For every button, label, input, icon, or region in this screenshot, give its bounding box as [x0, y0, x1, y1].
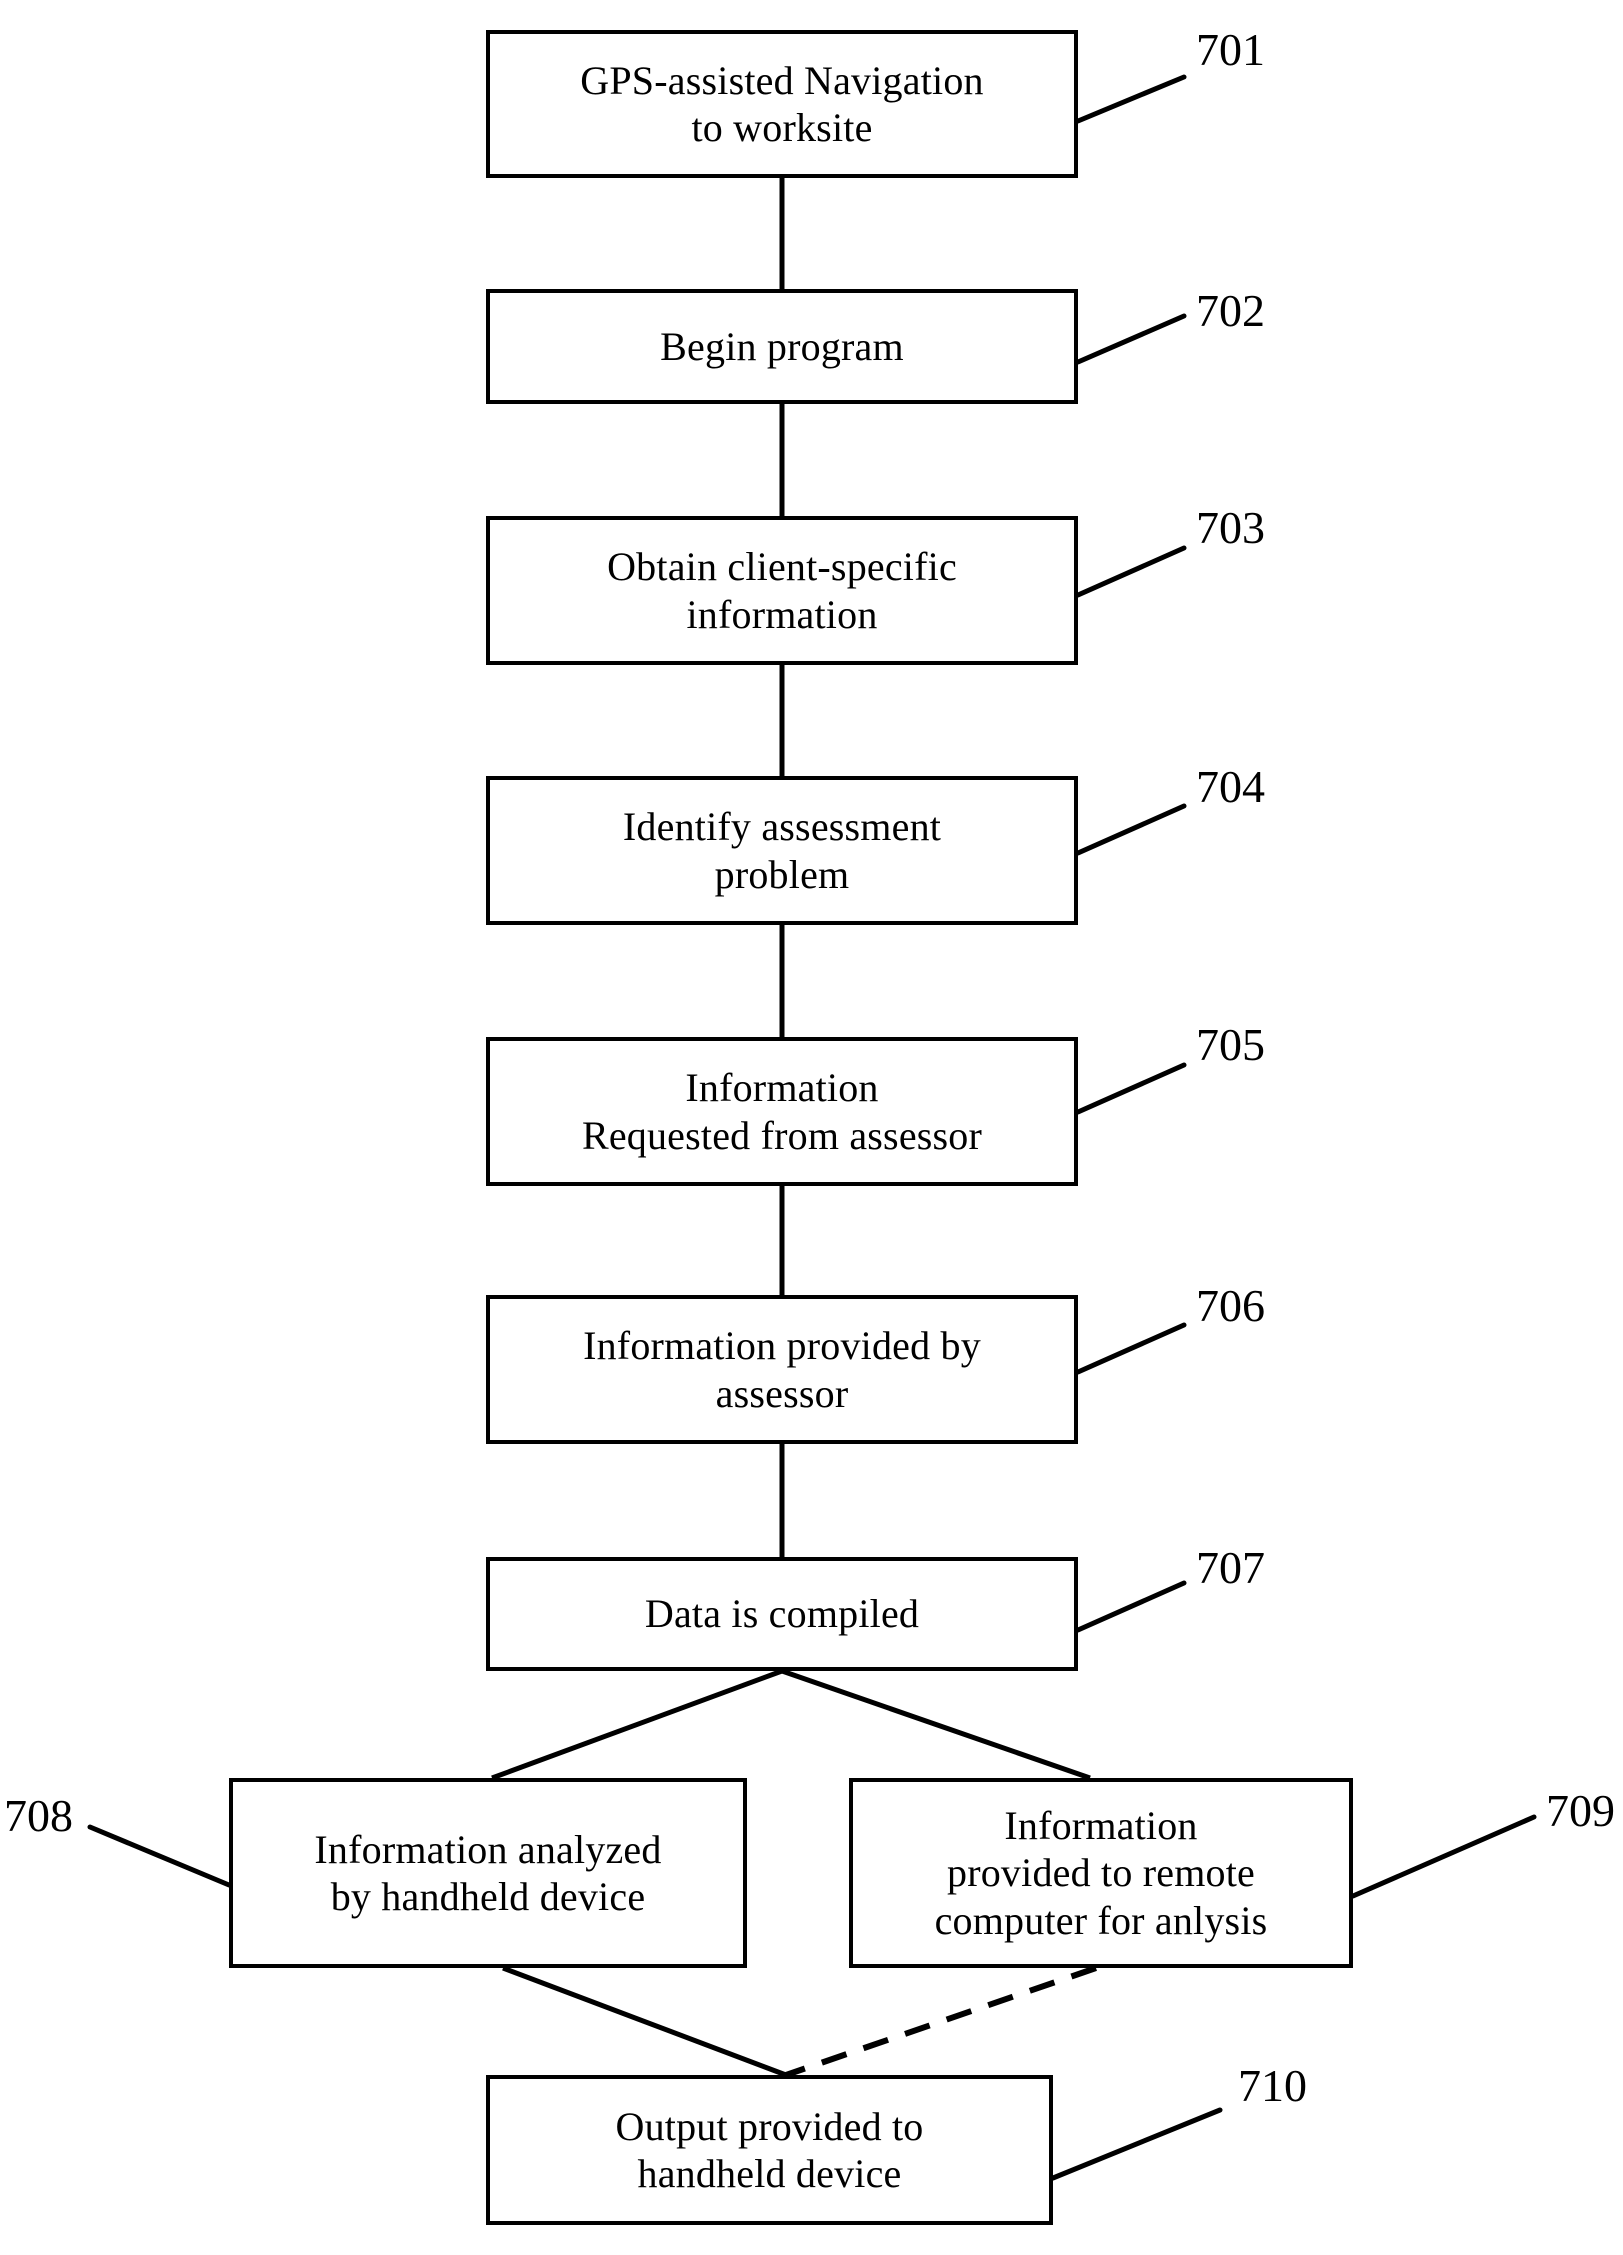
reference-numeral-704: 704: [1196, 761, 1265, 812]
process-box-706: Information provided by assessor: [486, 1295, 1078, 1444]
process-box-707: Data is compiled: [486, 1557, 1078, 1671]
process-box-text-line: by handheld device: [330, 1874, 646, 1919]
process-box-text-line: Identify assessment: [622, 804, 942, 850]
leader-line-707: [1075, 1580, 1187, 1633]
connector-708-to-710: [502, 1965, 787, 2078]
leader-line-705: [1075, 1062, 1187, 1115]
process-box-text-line: Information provided by: [583, 1323, 981, 1369]
leader-line-701: [1075, 74, 1187, 124]
process-box-text-line: Begin program: [660, 323, 904, 369]
leader-line-708: [87, 1824, 232, 1888]
reference-numeral-710: 710: [1238, 2060, 1307, 2111]
reference-numeral-703: 703: [1196, 502, 1265, 553]
process-box-text-line: Data is compiled: [644, 1591, 920, 1637]
reference-numeral-702: 702: [1196, 285, 1265, 336]
process-box-text-line: problem: [714, 851, 850, 897]
connector-707-to-709: [781, 1668, 1091, 1781]
connector-707-to-708: [491, 1668, 783, 1781]
process-box-708: Information analyzed by handheld device: [229, 1778, 747, 1968]
leader-line-709: [1350, 1814, 1537, 1899]
process-box-702: Begin program: [486, 289, 1078, 404]
process-box-704: Identify assessment problem: [486, 776, 1078, 925]
reference-numeral-707: 707: [1196, 1542, 1265, 1593]
process-box-text-line: handheld device: [637, 2151, 902, 2196]
process-box-text-line: Output provided to: [615, 2103, 924, 2149]
leader-line-703: [1075, 545, 1187, 598]
process-box-text-line: GPS-assisted Navigation: [580, 57, 984, 103]
patent-figure: GPS-assisted Navigation to worksite Begin …: [0, 0, 1623, 2255]
process-box-709: Information provided to remote computer fo…: [849, 1778, 1353, 1968]
reference-numeral-705: 705: [1196, 1019, 1265, 1070]
process-box-text-line: computer for anlysis: [934, 1897, 1268, 1943]
connector-709-to-710: [785, 1965, 1097, 2078]
process-box-text-line: Information: [1004, 1803, 1198, 1849]
process-box-705: Information Requested from assessor: [486, 1037, 1078, 1186]
reference-numeral-706: 706: [1196, 1280, 1265, 1331]
process-box-text-line: information: [686, 591, 878, 637]
leader-line-710: [1050, 2107, 1223, 2181]
process-box-text-line: to worksite: [691, 105, 873, 150]
process-box-text-line: assessor: [715, 1370, 849, 1416]
reference-numeral-701: 701: [1196, 24, 1265, 75]
process-box-710: Output provided to handheld device: [486, 2075, 1053, 2225]
leader-line-704: [1075, 803, 1187, 856]
reference-numeral-709: 709: [1546, 1785, 1615, 1836]
leader-line-706: [1075, 1322, 1187, 1375]
process-box-text-line: Requested from assessor: [581, 1112, 983, 1158]
process-box-text-line: Information: [685, 1065, 879, 1111]
process-box-text-line: Obtain client-specific: [607, 544, 957, 590]
reference-numeral-708: 708: [4, 1790, 73, 1841]
leader-line-702: [1075, 313, 1187, 365]
process-box-701: GPS-assisted Navigation to worksite: [486, 30, 1078, 178]
process-box-703: Obtain client-specific information: [486, 516, 1078, 665]
process-box-text-line: provided to remote: [947, 1850, 1255, 1896]
process-box-text-line: Information analyzed: [314, 1826, 662, 1872]
